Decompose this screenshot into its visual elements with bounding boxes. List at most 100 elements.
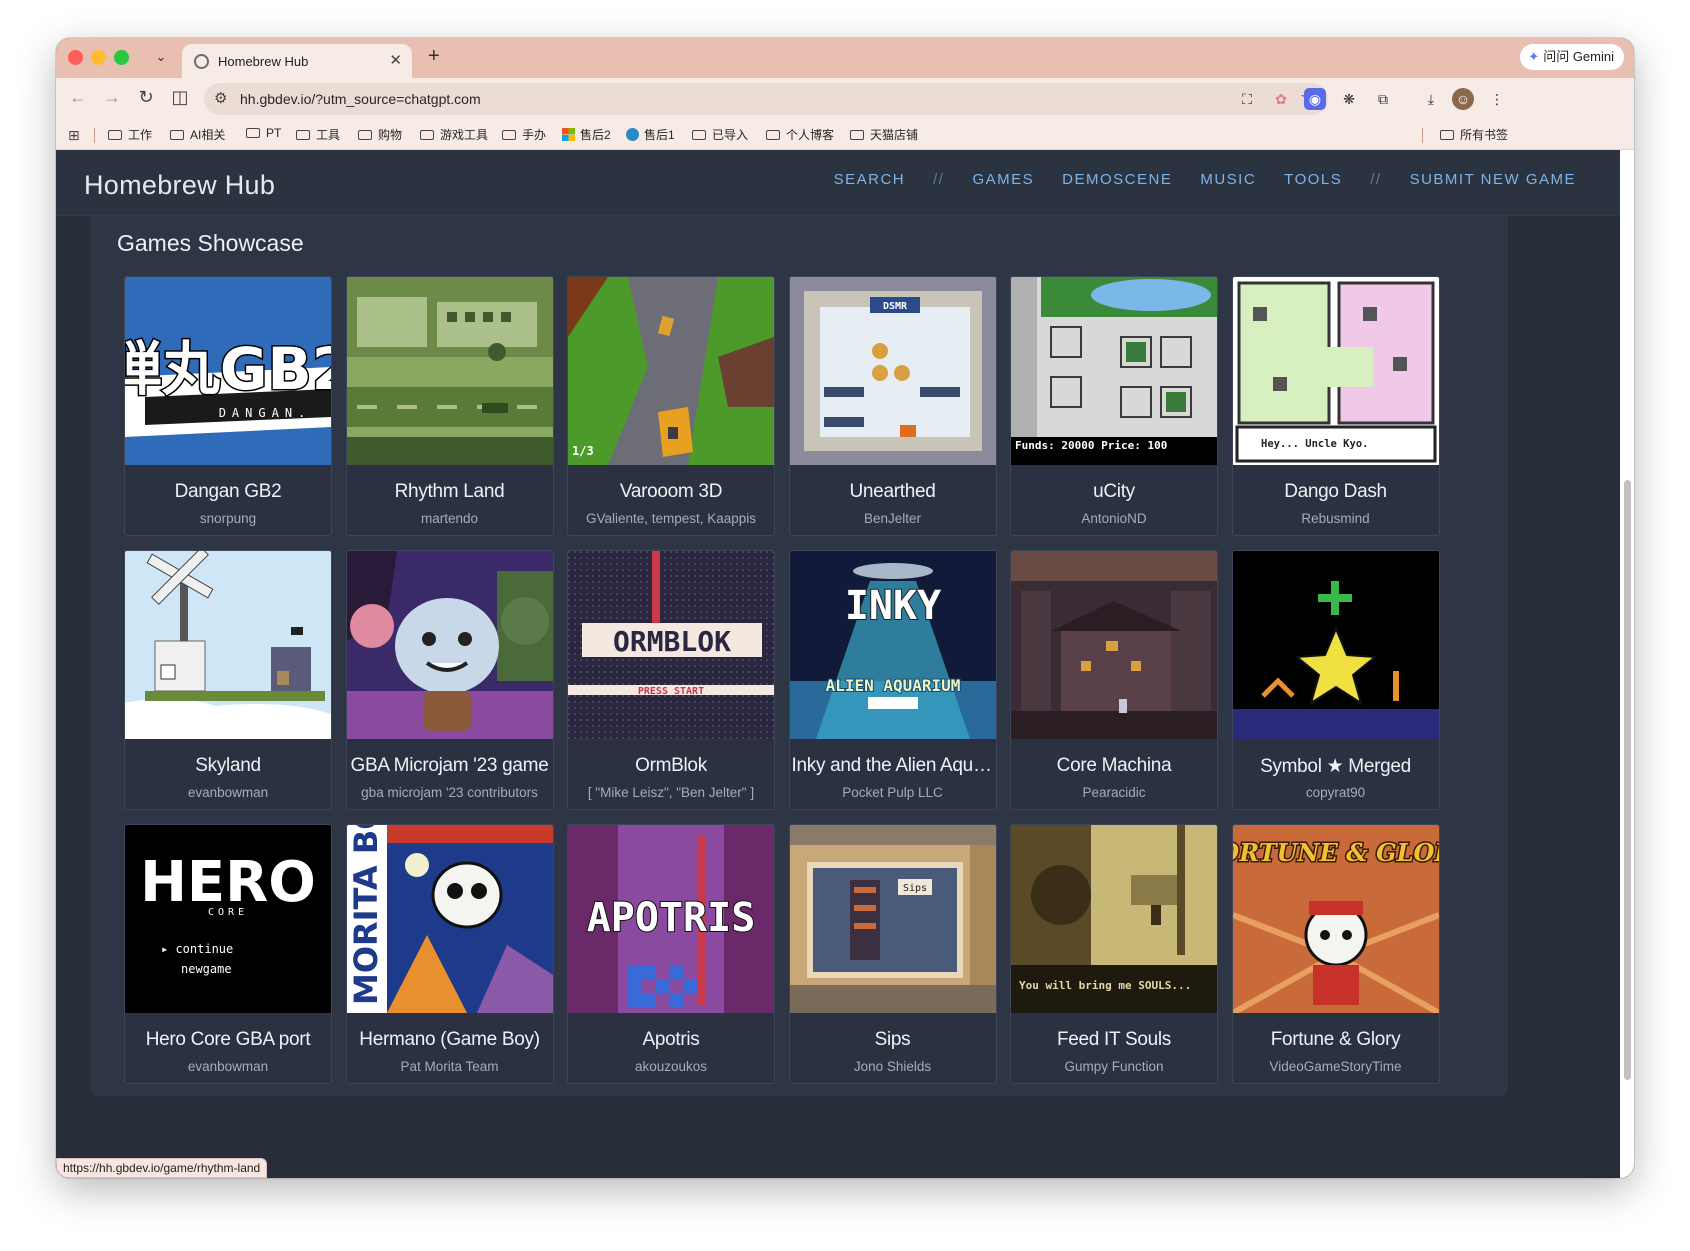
game-author: martendo xyxy=(420,511,479,526)
screenshot-extension-icon[interactable]: ⛶ xyxy=(1236,88,1258,110)
page-scrollbar[interactable] xyxy=(1620,150,1634,1178)
tab-title: Homebrew Hub xyxy=(218,54,309,69)
thumb-dialog-text: You will bring me SOULS... xyxy=(1019,979,1191,992)
bookmark-folder[interactable]: 购物 xyxy=(358,126,402,143)
game-title: Hermano (Game Boy) xyxy=(359,1029,540,1050)
nav-separator: // xyxy=(933,171,945,188)
game-author: BenJelter xyxy=(863,511,922,526)
bookmark-folder[interactable]: 工作 xyxy=(108,126,152,143)
nav-submit-new-game[interactable]: SUBMIT NEW GAME xyxy=(1410,171,1576,188)
menu-kebab-icon[interactable]: ⋮ xyxy=(1486,88,1508,110)
maximize-window-button[interactable] xyxy=(114,50,129,65)
bookmark-link[interactable]: 售后2 xyxy=(562,126,611,143)
close-window-button[interactable] xyxy=(68,50,83,65)
back-arrow-icon[interactable]: ← xyxy=(66,87,90,108)
tab-homebrew-hub[interactable]: Homebrew Hub ✕ xyxy=(182,44,412,78)
game-card[interactable]: 弾丸GB2 DANGAN. Dangan GB2 snorpung xyxy=(124,276,332,536)
thumb-logo-text: HERO xyxy=(140,850,316,915)
gemini-button[interactable]: ✦ 问问 Gemini xyxy=(1520,44,1624,70)
bookmark-folder[interactable]: PT xyxy=(246,126,281,140)
game-card[interactable]: Symbol ★ Merged copyrat90 xyxy=(1231,550,1440,810)
game-card[interactable]: 1/3 Varooom 3D GValiente, tempest, Kaapp… xyxy=(567,276,775,536)
game-thumbnail xyxy=(125,551,331,739)
thumb-logo-text: INKY xyxy=(844,583,940,629)
minimize-window-button[interactable] xyxy=(91,50,106,65)
game-title: Symbol ★ Merged xyxy=(1260,756,1411,777)
game-thumbnail: You will bring me SOULS... xyxy=(1011,825,1217,1013)
game-thumbnail xyxy=(1232,551,1439,739)
nav-search[interactable]: SEARCH xyxy=(834,171,906,188)
web-page: Homebrew Hub SEARCH // GAMES DEMOSCENE M… xyxy=(56,150,1620,1178)
game-thumbnail: ORMBLOK PRESS START xyxy=(568,551,774,739)
thumb-menu-continue: ▸ continue xyxy=(161,942,233,956)
scrollbar-thumb[interactable] xyxy=(1624,480,1631,1080)
bookmark-folder[interactable]: 游戏工具 xyxy=(420,126,488,143)
pink-extension-icon[interactable]: ✿ xyxy=(1270,88,1292,110)
all-bookmarks-folder[interactable]: 所有书签 xyxy=(1440,126,1508,143)
game-card[interactable]: HERO CORE ▸ continue newgame Hero Core G… xyxy=(124,824,332,1084)
profile-avatar[interactable]: ☺ xyxy=(1452,88,1474,110)
game-card[interactable]: You will bring me SOULS... Feed IT Souls… xyxy=(1010,824,1218,1084)
folder-icon xyxy=(358,130,372,140)
game-card[interactable]: Sips Sips Jono Shields xyxy=(788,824,997,1084)
bookmark-folder[interactable]: 个人博客 xyxy=(766,126,834,143)
nav-games[interactable]: GAMES xyxy=(972,171,1034,188)
game-title: Core Machina xyxy=(1056,755,1172,776)
download-icon[interactable]: ⤓ xyxy=(1420,88,1442,110)
game-card[interactable]: Funds: 20000 Price: 100 uCity AntonioND xyxy=(1010,276,1218,536)
game-title: Dango Dash xyxy=(1284,481,1387,502)
nav-tools[interactable]: TOOLS xyxy=(1284,171,1342,188)
extensions-puzzle-icon[interactable]: ⧉ xyxy=(1372,88,1394,110)
game-thumbnail: 弾丸GB2 DANGAN. xyxy=(125,277,331,465)
chevron-down-icon[interactable]: ⌄ xyxy=(152,47,170,67)
thumb-logo-text: FORTUNE & GLORY xyxy=(1233,838,1439,867)
bookmark-folder[interactable]: 天猫店铺 xyxy=(850,126,918,143)
thumb-sign-text: DSMR xyxy=(882,301,907,312)
game-author: Rebusmind xyxy=(1301,511,1370,526)
site-logo-icon xyxy=(626,128,639,141)
new-tab-button[interactable]: + xyxy=(428,45,440,68)
side-panel-icon[interactable]: ◫ xyxy=(168,87,192,108)
game-card[interactable]: ORMBLOK PRESS START OrmBlok [ "Mike Leis… xyxy=(567,550,775,810)
game-card[interactable]: MORITA BOY Hermano (Game Boy) Pat Morita… xyxy=(345,824,554,1084)
game-card[interactable]: INKY ALIEN AQUARIUM Inky and the Alien A… xyxy=(788,550,997,810)
game-card[interactable]: Skyland evanbowman xyxy=(124,550,332,810)
bookmark-folder[interactable]: AI相关 xyxy=(170,126,225,143)
game-title: Unearthed xyxy=(849,481,936,502)
games-showcase: Games Showcase 弾丸GB2 DANGAN. Dangan GB2 xyxy=(90,216,1508,1096)
folder-icon xyxy=(420,130,434,140)
game-title: Feed IT Souls xyxy=(1056,1029,1172,1050)
game-card[interactable]: APOTRIS Apotris akouzoukos xyxy=(567,824,775,1084)
bookmark-link[interactable]: 售后1 xyxy=(626,126,675,143)
game-title: Skyland xyxy=(195,755,261,776)
section-title: Games Showcase xyxy=(117,230,304,256)
thumb-sub-text: CORE xyxy=(208,907,248,918)
apps-grid-icon[interactable]: ⊞ xyxy=(68,127,80,144)
blue-extension-icon[interactable]: ◉ xyxy=(1304,88,1326,110)
bookmark-folder[interactable]: 手办 xyxy=(502,126,546,143)
game-title: GBA Microjam '23 game xyxy=(350,755,549,776)
forward-arrow-icon[interactable]: → xyxy=(100,87,124,108)
reload-icon[interactable]: ↻ xyxy=(134,87,158,108)
nav-music[interactable]: MUSIC xyxy=(1200,171,1256,188)
game-card[interactable]: Rhythm Land martendo xyxy=(345,276,554,536)
close-tab-icon[interactable]: ✕ xyxy=(389,51,402,69)
game-card[interactable]: GBA Microjam '23 game gba microjam '23 c… xyxy=(345,550,554,810)
site-info-icon[interactable]: ⚙ xyxy=(214,89,227,107)
address-bar[interactable]: ⚙ hh.gbdev.io/?utm_source=chatgpt.com ☆ xyxy=(204,83,1328,115)
game-card[interactable]: Core Machina Pearacidic xyxy=(1010,550,1218,810)
openai-extension-icon[interactable]: ❋ xyxy=(1338,88,1360,110)
bookmarks-bar: ⊞ 工作 AI相关 PT 工具 购物 游戏工具 手办 售后2 售后1 已导入 个… xyxy=(56,120,1634,150)
bookmark-folder[interactable]: 已导入 xyxy=(692,126,748,143)
nav-demoscene[interactable]: DEMOSCENE xyxy=(1062,171,1172,188)
gemini-sparkle-icon: ✦ xyxy=(1528,49,1540,64)
game-card[interactable]: DSMR Unearthed BenJelter xyxy=(788,276,997,536)
game-author: akouzoukos xyxy=(634,1059,708,1074)
bookmark-folder[interactable]: 工具 xyxy=(296,126,340,143)
game-card[interactable]: FORTUNE & GLORY Fortune & Glory VideoGam… xyxy=(1231,824,1440,1084)
game-card[interactable]: Hey... Uncle Kyo. Dango Dash Rebusmind xyxy=(1231,276,1440,536)
site-title[interactable]: Homebrew Hub xyxy=(84,170,275,201)
thumb-logo-text: APOTRIS xyxy=(587,895,756,941)
game-thumbnail: Sips xyxy=(789,825,996,1013)
game-thumbnail: HERO CORE ▸ continue newgame xyxy=(125,825,331,1013)
